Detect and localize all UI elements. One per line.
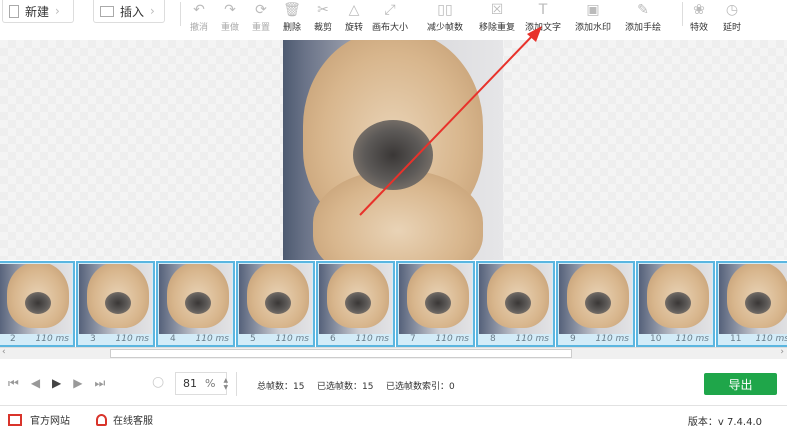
frame-thumbnail [319,264,392,334]
annotation-arrow [359,26,542,216]
horizontal-scrollbar[interactable]: ‹ › [0,347,787,359]
last-frame-icon[interactable]: ⏭ [95,376,106,391]
website-link[interactable]: 官方网站 [8,412,70,427]
scroll-right-icon[interactable]: › [780,347,784,357]
next-frame-icon[interactable]: ▶ [73,376,82,391]
frame-thumbnail [159,264,232,334]
frame-item[interactable]: 9 110 ms [556,261,635,347]
frame-thumbnail [399,264,472,334]
frame-item[interactable]: 8 110 ms [476,261,555,347]
frame-item[interactable]: 11 110 ms [716,261,787,347]
frame-item[interactable]: 6 110 ms [316,261,395,347]
frame-item[interactable]: 5 110 ms [236,261,315,347]
export-button[interactable]: 导出 [704,373,777,395]
frame-thumbnail [79,264,152,334]
frame-item[interactable]: 7 110 ms [396,261,475,347]
support-link[interactable]: 在线客服 [96,412,153,427]
divider [236,372,237,396]
frame-timeline[interactable]: 2 110 ms 3 110 ms 4 110 ms 5 110 ms 6 110 ms 7 110 … [0,261,787,347]
scrollbar-thumb[interactable] [110,349,572,358]
frame-thumbnail [639,264,712,334]
monitor-icon [8,413,22,426]
scroll-left-icon[interactable]: ‹ [2,347,6,357]
first-frame-icon[interactable]: ⏮ [8,376,19,391]
total-frames: 总帧数：15 [257,382,305,392]
version-label: 版本：v 7.4.4.0 [687,417,762,428]
frame-item[interactable]: 4 110 ms [156,261,235,347]
frame-thumbnail [719,264,787,334]
selected-index: 已选帧数索引：0 [386,382,455,392]
frame-thumbnail [479,264,552,334]
frame-item[interactable]: 2 110 ms [0,261,75,347]
frame-thumbnail [239,264,312,334]
zoom-input[interactable]: 81% ▲ ▼ [175,372,228,395]
frame-item[interactable]: 10 110 ms [636,261,715,347]
user-icon [96,413,107,426]
divider [0,405,787,406]
selected-frames: 已选帧数：15 [317,382,374,392]
zoom-stepper[interactable]: ▲ ▼ [223,377,228,391]
frame-thumbnail [0,264,72,334]
prev-frame-icon[interactable]: ◀ [31,376,40,391]
play-icon[interactable]: ▶ [52,376,61,391]
frame-thumbnail [559,264,632,334]
zoom-icon: ○ [152,374,165,390]
frame-item[interactable]: 3 110 ms [76,261,155,347]
